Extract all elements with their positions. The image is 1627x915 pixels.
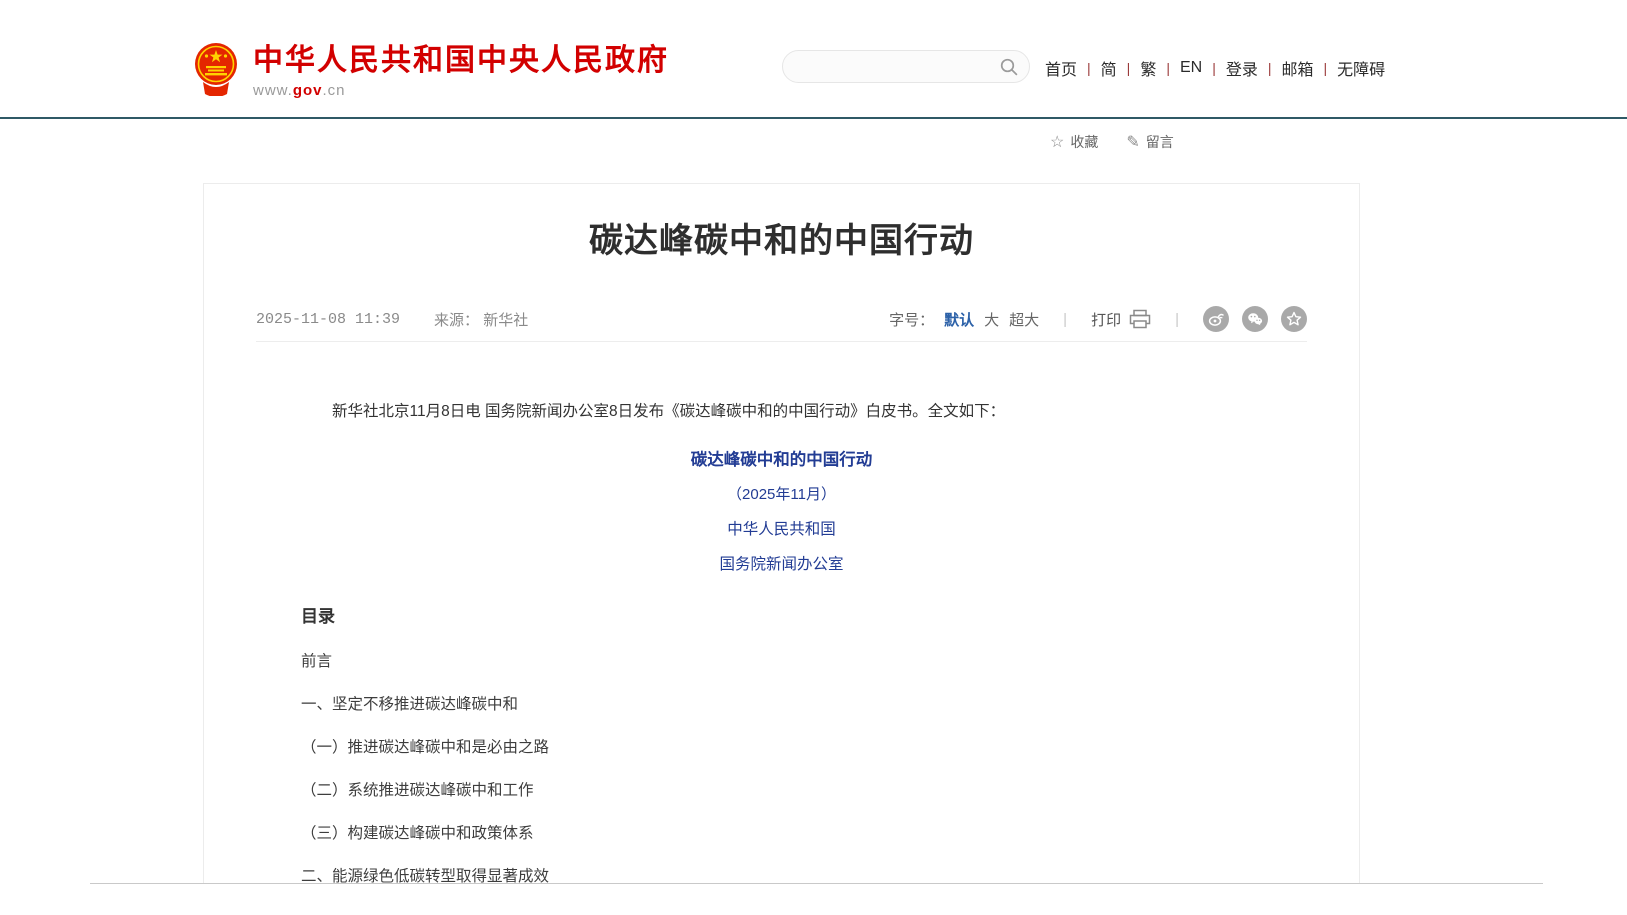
toc-item: 一、坚定不移推进碳达峰碳中和 <box>301 697 1262 713</box>
doc-author-line1: 中华人民共和国 <box>301 517 1262 539</box>
share-buttons <box>1203 306 1307 332</box>
meta-divider <box>256 341 1307 342</box>
publish-date: 2025-11-08 11:39 <box>256 311 400 328</box>
meta-separator: | <box>1175 311 1179 328</box>
site-title: 中华人民共和国中央人民政府 <box>253 44 669 77</box>
font-size-xlarge[interactable]: 超大 <box>1009 309 1039 330</box>
weibo-icon[interactable] <box>1203 306 1229 332</box>
search-input[interactable] <box>799 59 999 75</box>
site-logo-link[interactable]: 中华人民共和国中央人民政府 www.gov.cn <box>193 42 669 99</box>
nav-login[interactable]: 登录 <box>1225 56 1259 80</box>
favorite-label: 收藏 <box>1070 132 1098 152</box>
print-label: 打印 <box>1091 309 1121 330</box>
page: 中华人民共和国中央人民政府 www.gov.cn 首页 | 简 | 繁 | EN… <box>0 0 1627 915</box>
site-text: 中华人民共和国中央人民政府 www.gov.cn <box>253 42 669 99</box>
nav-mail[interactable]: 邮箱 <box>1281 56 1315 80</box>
national-emblem-icon <box>193 42 239 96</box>
article-body: 新华社北京11月8日电 国务院新闻办公室8日发布《碳达峰碳中和的中国行动》白皮书… <box>204 399 1359 884</box>
star-icon: ☆ <box>1050 132 1064 152</box>
site-header: 中华人民共和国中央人民政府 www.gov.cn 首页 | 简 | 繁 | EN… <box>0 0 1627 117</box>
nav-separator: | <box>1087 60 1091 76</box>
font-size-large[interactable]: 大 <box>984 309 999 330</box>
search-icon[interactable] <box>999 57 1019 77</box>
nav-simplified[interactable]: 简 <box>1100 56 1118 80</box>
wechat-icon[interactable] <box>1242 306 1268 332</box>
page-tools: ☆ 收藏 ✎ 留言 <box>1050 132 1174 152</box>
message-label: 留言 <box>1146 132 1174 152</box>
toc-item: 二、能源绿色低碳转型取得显著成效 <box>301 869 1262 884</box>
article-meta: 2025-11-08 11:39 来源： 新华社 字号： 默认 大 超大 | 打… <box>204 306 1359 342</box>
toc-item: （二）系统推进碳达峰碳中和工作 <box>301 783 1262 799</box>
nav-separator: | <box>1324 60 1328 76</box>
nav-accessibility[interactable]: 无障碍 <box>1336 56 1386 80</box>
qzone-star-icon[interactable] <box>1281 306 1307 332</box>
meta-right: 字号： 默认 大 超大 | 打印 | <box>889 306 1307 332</box>
source-label: 来源： <box>434 312 479 329</box>
top-nav: 首页 | 简 | 繁 | EN | 登录 | 邮箱 | 无障碍 <box>1044 56 1386 80</box>
nav-separator: | <box>1127 60 1131 76</box>
toc-item: （一）推进碳达峰碳中和是必由之路 <box>301 740 1262 756</box>
message-button[interactable]: ✎ 留言 <box>1126 132 1173 152</box>
toc-item: 前言 <box>301 654 1262 670</box>
favorite-button[interactable]: ☆ 收藏 <box>1050 132 1098 152</box>
nav-separator: | <box>1212 60 1216 76</box>
meta-separator: | <box>1063 311 1067 328</box>
printer-icon <box>1129 309 1151 329</box>
doc-title: 碳达峰碳中和的中国行动 <box>301 446 1262 470</box>
nav-traditional[interactable]: 繁 <box>1139 56 1157 80</box>
lead-paragraph: 新华社北京11月8日电 国务院新闻办公室8日发布《碳达峰碳中和的中国行动》白皮书… <box>301 399 1262 425</box>
article-card: 碳达峰碳中和的中国行动 2025-11-08 11:39 来源： 新华社 字号：… <box>203 183 1360 884</box>
nav-english[interactable]: EN <box>1179 59 1203 77</box>
meta-left: 2025-11-08 11:39 来源： 新华社 <box>256 309 528 330</box>
font-size-label: 字号： <box>889 309 934 330</box>
article-title: 碳达峰碳中和的中国行动 <box>204 213 1359 262</box>
source-value: 新华社 <box>483 312 528 329</box>
site-url-gov: gov <box>293 82 323 99</box>
nav-separator: | <box>1166 60 1170 76</box>
doc-author-line2: 国务院新闻办公室 <box>301 552 1262 574</box>
header-divider <box>0 117 1627 119</box>
nav-home[interactable]: 首页 <box>1044 56 1078 80</box>
footer-divider <box>90 883 1543 884</box>
toc-title: 目录 <box>301 602 1262 627</box>
site-url: www.gov.cn <box>253 82 669 99</box>
font-size-default[interactable]: 默认 <box>944 309 974 330</box>
search-box <box>782 50 1030 83</box>
site-url-suffix: .cn <box>323 82 346 99</box>
doc-date: （2025年11月） <box>301 483 1262 504</box>
nav-separator: | <box>1268 60 1272 76</box>
source: 来源： 新华社 <box>434 309 528 330</box>
toc-item: （三）构建碳达峰碳中和政策体系 <box>301 826 1262 842</box>
site-url-prefix: www. <box>253 82 293 99</box>
pencil-icon: ✎ <box>1126 132 1139 152</box>
print-button[interactable]: 打印 <box>1091 309 1151 330</box>
